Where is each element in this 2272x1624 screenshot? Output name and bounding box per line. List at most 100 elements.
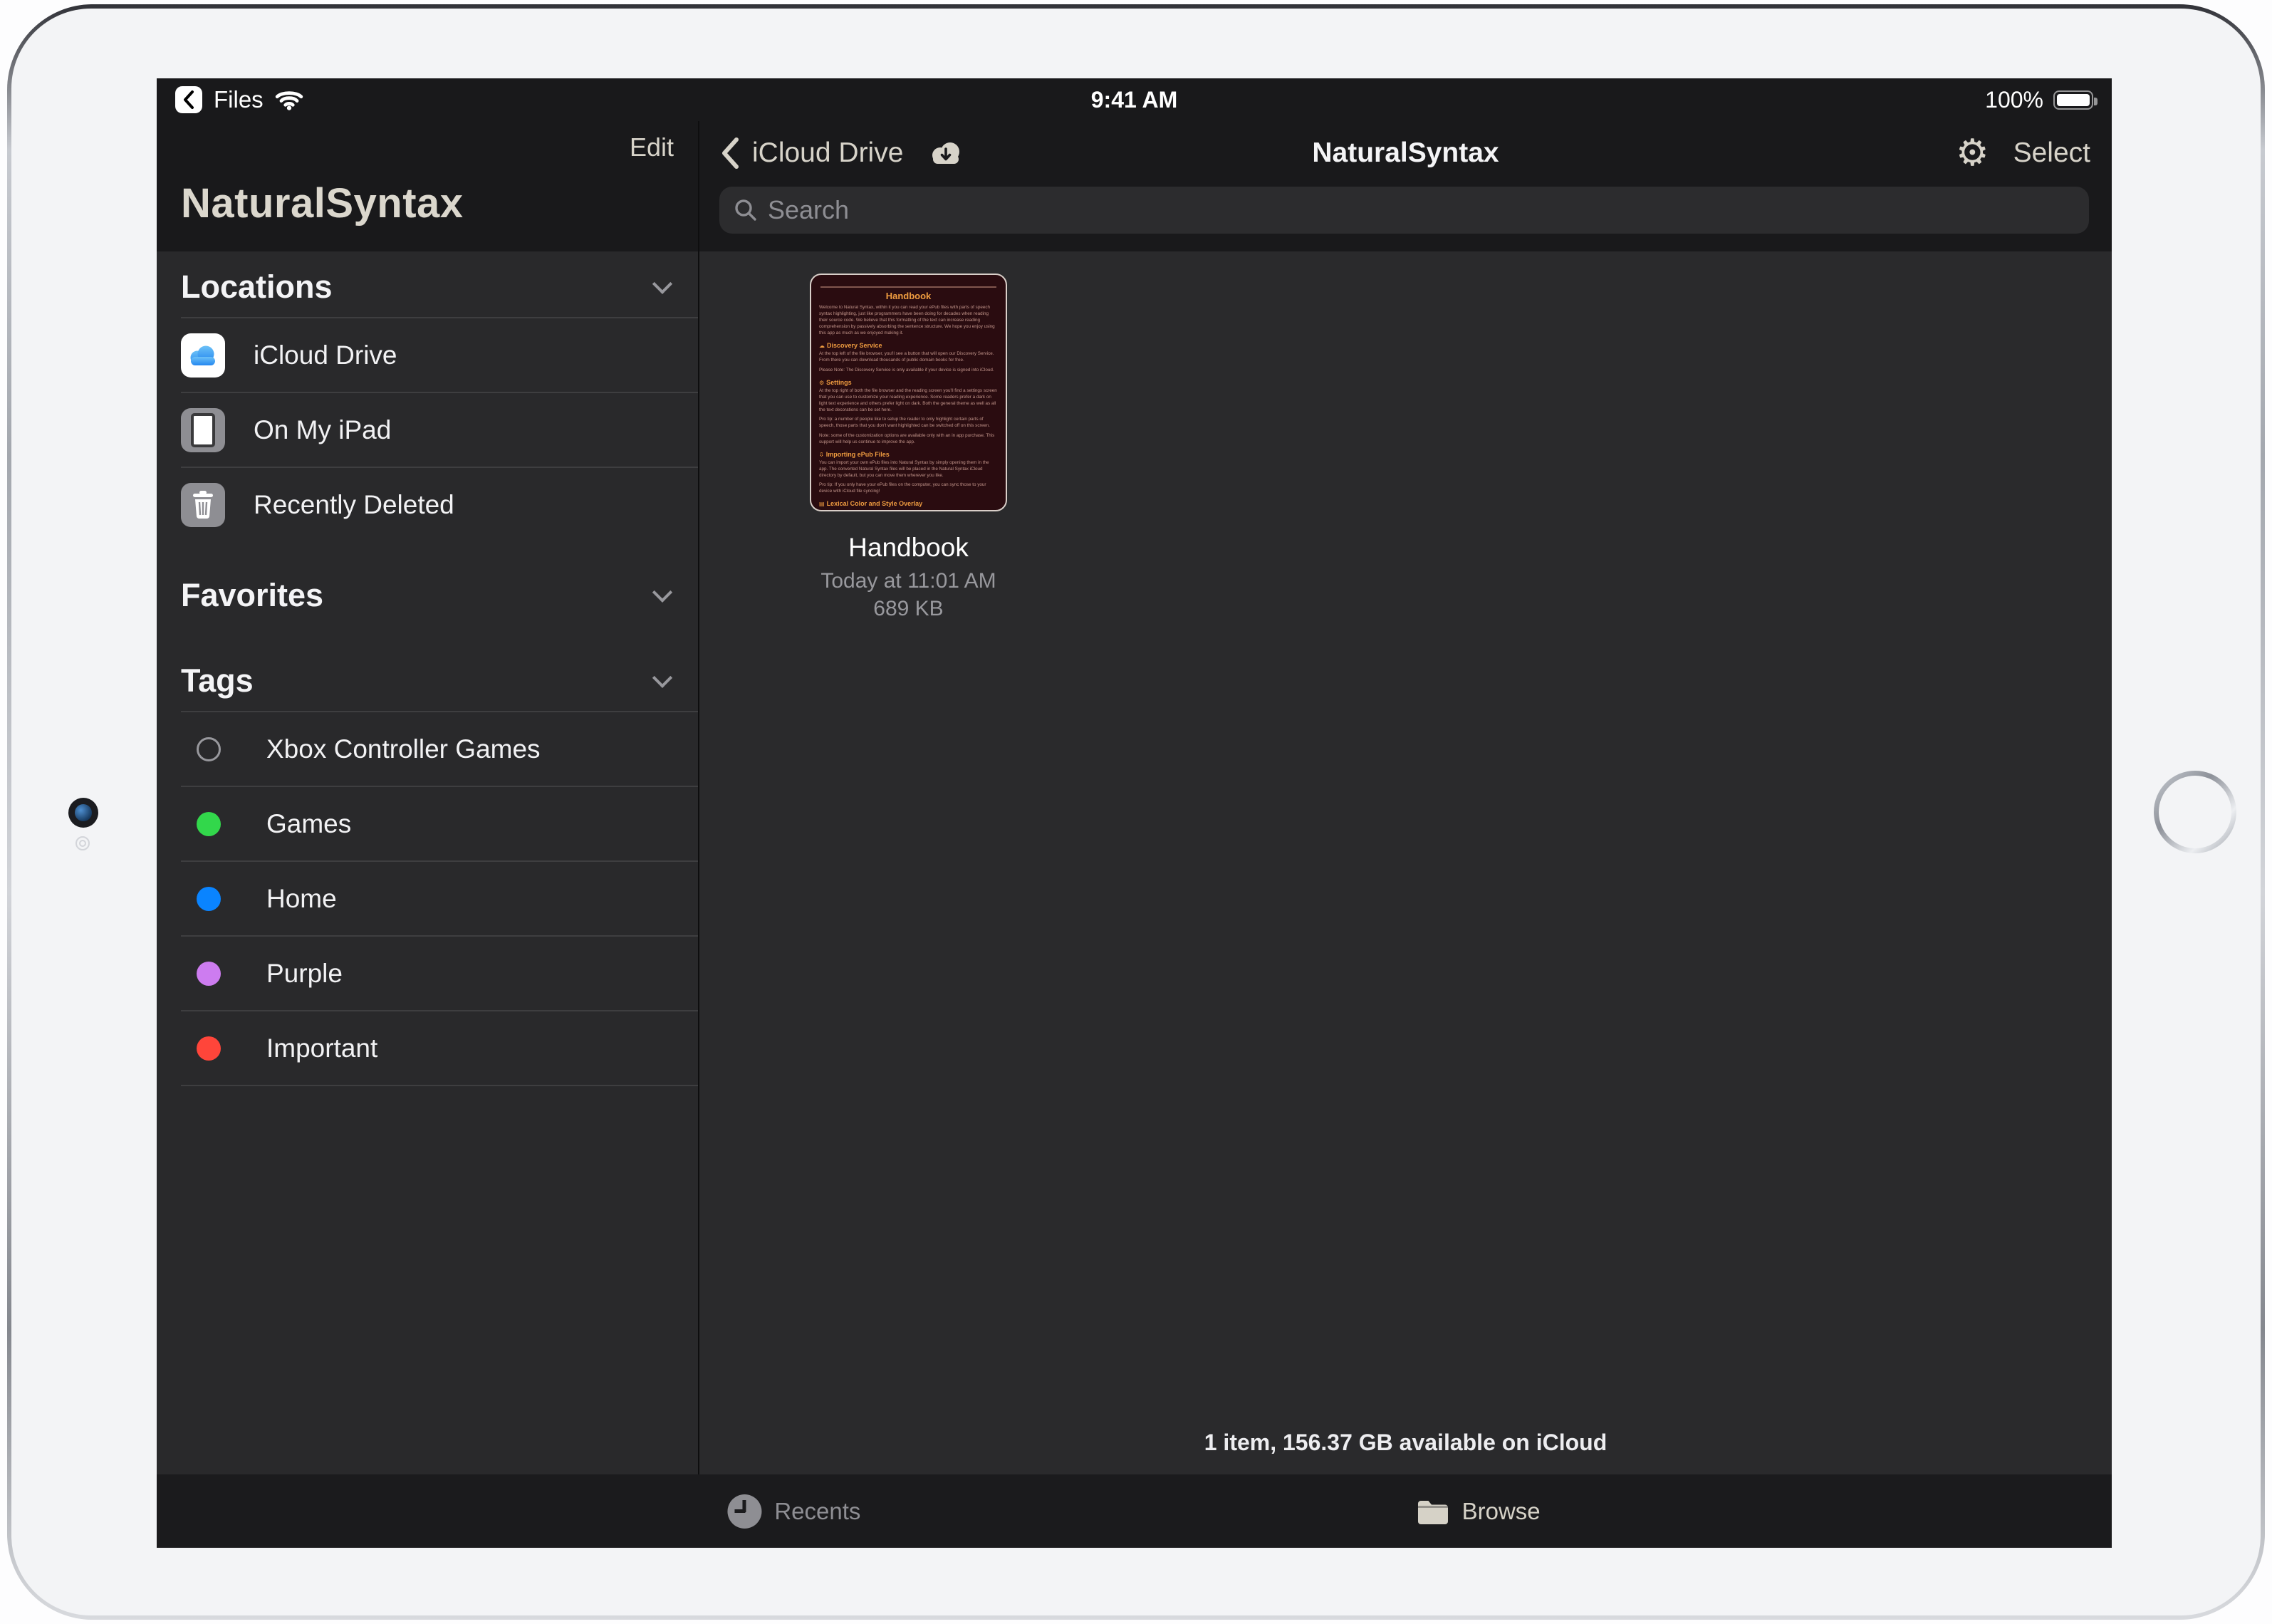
front-camera (68, 798, 98, 828)
document-preview: Handbook Welcome to Natural Syntax, with… (811, 275, 1006, 511)
tag-color-dot (197, 737, 221, 761)
sidebar-item-label: On My iPad (254, 415, 391, 445)
sidebar-item-label: Recently Deleted (254, 490, 454, 520)
edit-button[interactable]: Edit (630, 132, 674, 162)
tags-header-label: Tags (181, 662, 254, 699)
doc-heading: ⇩Importing ePub Files (819, 451, 998, 458)
settings-gear-button[interactable]: ⚙ (1956, 135, 1989, 172)
doc-paragraph: At the top right of both the file browse… (819, 388, 998, 414)
sidebar-item-tag-games[interactable]: Games (157, 787, 698, 860)
tag-label: Home (266, 884, 337, 914)
file-item-handbook[interactable]: Handbook Welcome to Natural Syntax, with… (810, 274, 1007, 621)
file-modified-date: Today at 11:01 AM (810, 569, 1007, 593)
import-icon: ⇩ (819, 452, 824, 458)
home-button-inner (2159, 776, 2231, 848)
status-time: 9:41 AM (1091, 87, 1178, 113)
main-panel: iCloud Drive NaturalSyntax ⚙ (699, 121, 2112, 1474)
tag-label: Important (266, 1034, 377, 1063)
sidebar-title: NaturalSyntax (181, 179, 464, 227)
doc-paragraph: Pro tip: If you only have your ePub file… (819, 482, 998, 495)
back-button[interactable]: iCloud Drive (721, 137, 966, 170)
doc-paragraph: At the top left of the file browser, you… (819, 351, 998, 364)
ipad-device-icon (181, 408, 225, 452)
doc-paragraph: Welcome to Natural Syntax, within it you… (819, 305, 998, 337)
sidebar-list: Locations (157, 251, 698, 1474)
doc-paragraph: Note: some of the customization options … (819, 433, 998, 446)
search-field[interactable] (719, 187, 2089, 234)
sidebar-item-label: iCloud Drive (254, 340, 397, 370)
sidebar-item-tag-xbox-controller-games[interactable]: Xbox Controller Games (157, 712, 698, 786)
tab-bar: Recents Browse (157, 1474, 2112, 1548)
chevron-left-icon (181, 89, 197, 110)
sidebar-item-tag-important[interactable]: Important (157, 1011, 698, 1085)
status-bar: Files 9:41 AM 100% (157, 78, 2112, 121)
sidebar-item-on-my-ipad[interactable]: On My iPad (157, 393, 698, 467)
icloud-drive-icon (181, 333, 225, 378)
chevron-down-icon (652, 274, 672, 294)
doc-heading: ⚙Settings (819, 379, 998, 386)
sidebar-header: Edit NaturalSyntax (157, 121, 698, 251)
clock-icon (727, 1494, 761, 1529)
file-name: Handbook (810, 533, 1007, 563)
search-row (699, 185, 2112, 251)
divider (820, 286, 996, 288)
file-size: 689 KB (810, 597, 1007, 621)
tab-recents-label: Recents (774, 1498, 860, 1525)
sidebar-item-icloud-drive[interactable]: iCloud Drive (157, 318, 698, 392)
tag-color-dot (197, 887, 221, 911)
tag-color-dot (197, 962, 221, 986)
tag-label: Purple (266, 959, 343, 989)
home-button[interactable] (2154, 771, 2236, 853)
sidebar-item-tag-home[interactable]: Home (157, 862, 698, 935)
sidebar-section-favorites[interactable]: Favorites (157, 566, 698, 625)
doc-title: Handbook (819, 291, 998, 301)
battery-percentage: 100% (1985, 87, 2043, 113)
screenshot-canvas: Files 9:41 AM 100% Edit (0, 0, 2272, 1624)
page-title: NaturalSyntax (1312, 137, 1499, 169)
divider (181, 1085, 698, 1086)
tab-browse[interactable]: Browse (1417, 1474, 1541, 1548)
files-app-screen: Files 9:41 AM 100% Edit (157, 78, 2112, 1548)
ambient-light-sensor (75, 836, 90, 850)
file-thumbnail: Handbook Welcome to Natural Syntax, with… (810, 274, 1007, 511)
storage-status: 1 item, 156.37 GB available on iCloud (699, 1430, 2112, 1456)
back-to-app-badge (175, 86, 202, 113)
app-body: Edit NaturalSyntax Locations (157, 121, 2112, 1474)
sidebar-section-tags[interactable]: Tags (157, 651, 698, 711)
doc-paragraph: You can import your own ePub files into … (819, 460, 998, 479)
status-battery-group: 100% (1985, 78, 2093, 121)
file-browser-content: Handbook Welcome to Natural Syntax, with… (699, 251, 2112, 1474)
sidebar-item-recently-deleted[interactable]: Recently Deleted (157, 468, 698, 541)
sidebar-section-locations[interactable]: Locations (157, 257, 698, 317)
gear-icon: ⚙ (819, 380, 824, 386)
wifi-icon (275, 89, 303, 110)
chevron-down-icon (652, 668, 672, 688)
chevron-down-icon (652, 583, 672, 603)
doc-paragraph: Please Note: The Discovery Service is on… (819, 368, 998, 374)
back-to-files-button[interactable]: Files (175, 86, 303, 113)
tab-browse-label: Browse (1462, 1498, 1541, 1525)
tag-label: Games (266, 809, 351, 839)
favorites-header-label: Favorites (181, 577, 323, 614)
search-icon (734, 198, 758, 222)
doc-paragraph: While you're reading your book, you can … (819, 510, 998, 511)
trash-icon (181, 483, 225, 527)
nav-actions: ⚙ Select (1956, 135, 2090, 172)
sidebar-item-tag-purple[interactable]: Purple (157, 937, 698, 1010)
tag-color-dot (197, 812, 221, 836)
tag-label: Xbox Controller Games (266, 734, 541, 764)
icloud-download-icon[interactable] (926, 138, 966, 168)
cloud-icon: ☁ (819, 343, 825, 349)
chevron-left-icon (721, 137, 739, 170)
back-button-label: iCloud Drive (752, 137, 903, 169)
folder-icon (1417, 1498, 1449, 1524)
sidebar: Edit NaturalSyntax Locations (157, 121, 698, 1474)
select-button[interactable]: Select (2013, 137, 2090, 169)
battery-icon (2053, 90, 2093, 110)
doc-paragraph: Pro tip: a number of people like to setu… (819, 417, 998, 430)
locations-header-label: Locations (181, 269, 333, 306)
back-to-app-label: Files (214, 86, 264, 113)
search-input[interactable] (719, 187, 2089, 234)
doc-heading: ▤Lexical Color and Style Overlay (819, 500, 998, 507)
tab-recents[interactable]: Recents (727, 1474, 860, 1548)
